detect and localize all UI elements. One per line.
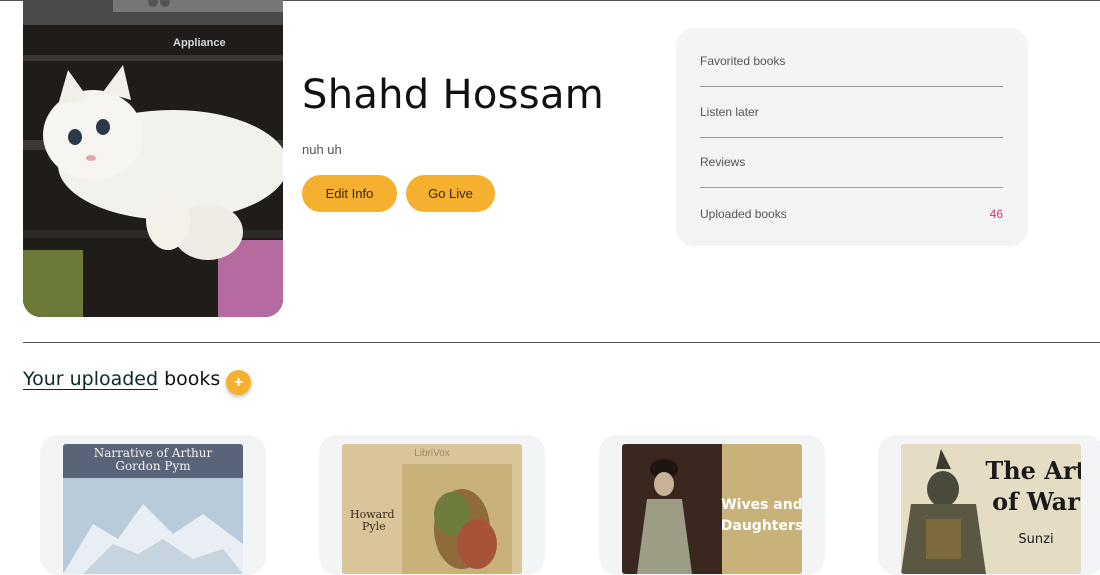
section-title-link[interactable]: Your uploaded	[23, 368, 158, 390]
book-cover-title-line-1: Narrative of Arthur	[94, 446, 213, 460]
section-title-rest: books	[164, 368, 221, 390]
book-cover-author-line-2: Pyle	[362, 520, 386, 533]
book-card[interactable]: Narrative of Arthur Gordon Pym	[40, 435, 266, 575]
go-live-button[interactable]: Go Live	[406, 175, 495, 212]
edit-info-button[interactable]: Edit Info	[302, 175, 397, 212]
stat-uploaded-count: 46	[989, 206, 1003, 221]
book-cover-title-line-1: The Art	[985, 456, 1081, 485]
stat-reviews-label: Reviews	[700, 155, 746, 169]
stats-card: Favorited books Listen later Reviews Upl…	[676, 28, 1028, 246]
profile-name: Shahd Hossam	[302, 72, 605, 118]
book-card[interactable]: The Art of War Sunzi	[878, 435, 1100, 575]
book-cover[interactable]: Wives and Daughters	[622, 444, 802, 574]
section-title: Your uploaded books	[23, 368, 220, 390]
section-divider	[23, 342, 1100, 343]
book-card[interactable]: LibriVox Howard Pyle	[319, 435, 545, 575]
book-card[interactable]: Wives and Daughters	[599, 435, 825, 575]
add-book-button[interactable]: +	[226, 370, 251, 395]
stat-reviews[interactable]: Reviews	[700, 137, 1003, 188]
book-cover[interactable]: Narrative of Arthur Gordon Pym	[63, 444, 243, 574]
book-cover[interactable]: LibriVox Howard Pyle	[342, 444, 522, 574]
book-cover-publisher: LibriVox	[414, 448, 450, 459]
stat-uploaded-label: Uploaded books	[700, 206, 787, 221]
stat-listen-later-label: Listen later	[700, 105, 759, 119]
profile-photo: Appliance	[23, 0, 283, 317]
photo-logo-text: Appliance	[173, 37, 226, 49]
book-cover-title-line-2: of War	[992, 487, 1080, 516]
book-cover-title-line-2: Daughters	[721, 518, 802, 534]
stat-listen-later[interactable]: Listen later	[700, 87, 1003, 138]
book-cover-title-line-2: Gordon Pym	[115, 459, 191, 473]
book-cover-author: Sunzi	[1018, 532, 1053, 547]
profile-bio: nuh uh	[302, 142, 342, 157]
book-cover[interactable]: The Art of War Sunzi	[901, 444, 1081, 574]
stat-favorited-books[interactable]: Favorited books	[700, 36, 1003, 87]
book-cover-title-line-1: Wives and	[721, 497, 802, 513]
stat-favorited-label: Favorited books	[700, 54, 786, 68]
stat-uploaded-books[interactable]: Uploaded books 46	[700, 188, 1003, 239]
